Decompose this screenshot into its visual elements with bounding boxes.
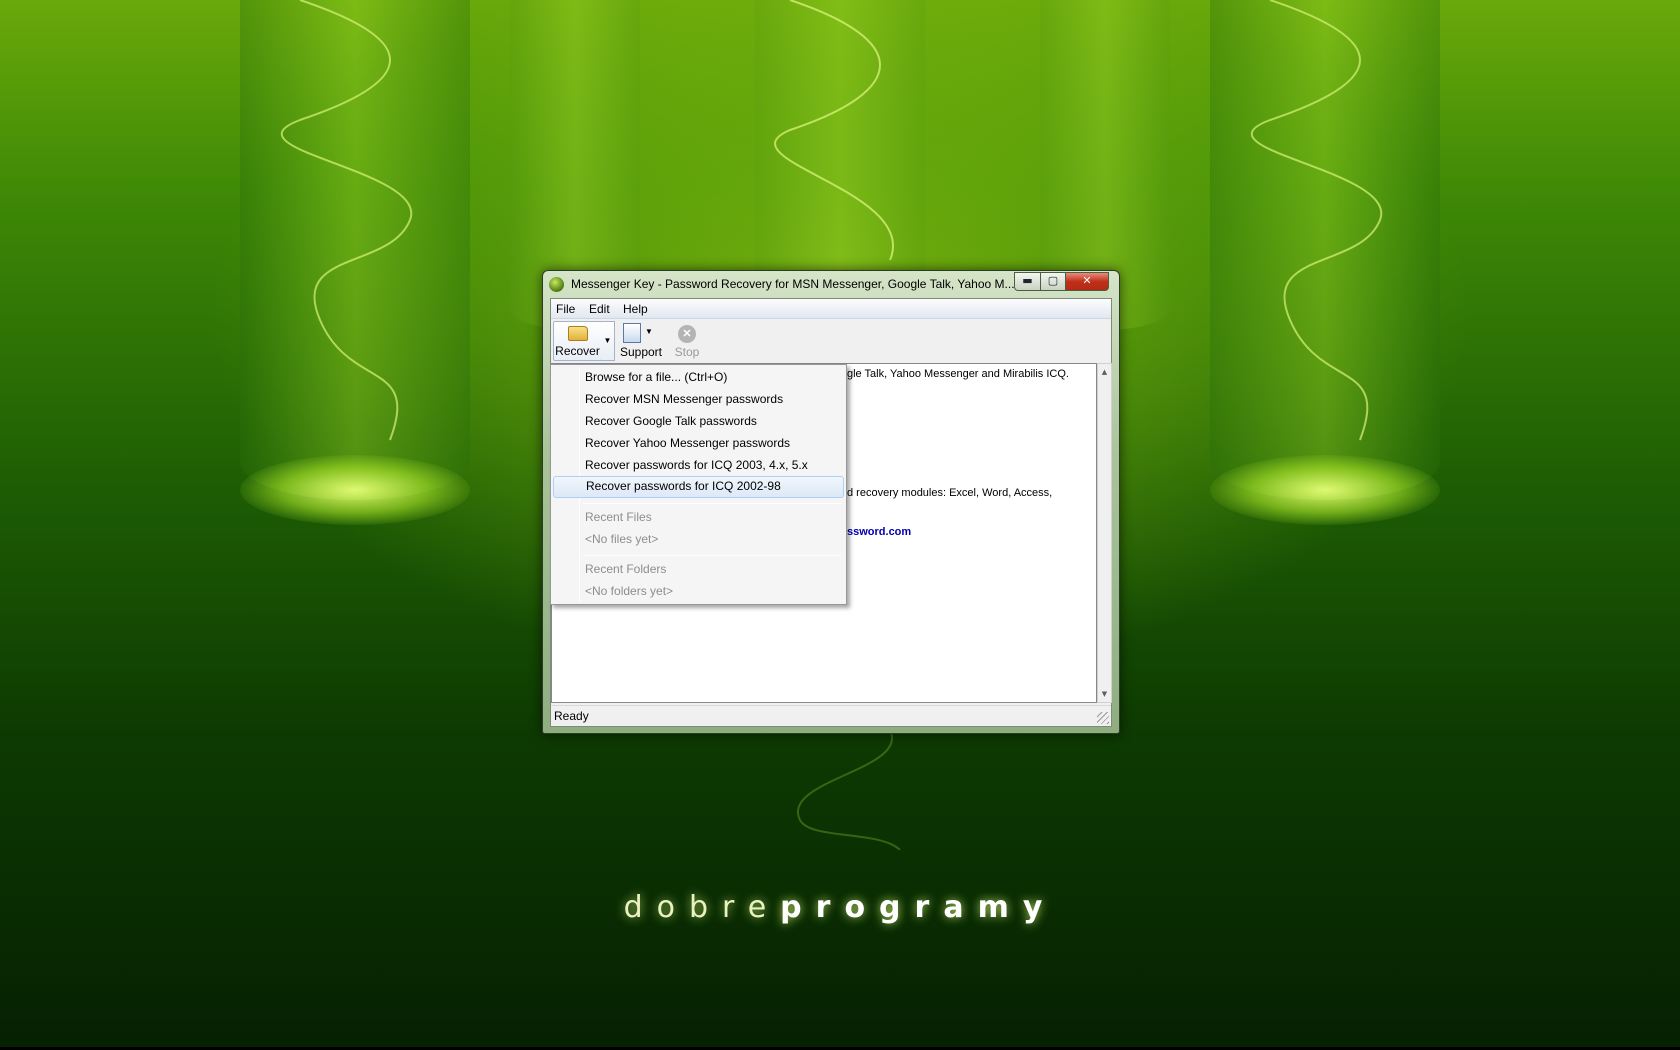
stop-label: Stop (674, 345, 700, 359)
chevron-down-icon[interactable]: ▼ (645, 327, 653, 336)
recover-button[interactable]: Recover (553, 321, 602, 361)
toolbar: Recover ▼ ▼ Support ✕ Stop (551, 319, 1111, 363)
info-line: d recovery modules: Excel, Word, Access, (847, 487, 1053, 499)
wallpaper-spiral (280, 0, 413, 441)
status-text: Ready (554, 709, 589, 723)
title-bar[interactable]: Messenger Key - Password Recovery for MS… (543, 271, 1119, 298)
app-icon[interactable] (549, 277, 564, 292)
menu-separator (583, 503, 841, 504)
resize-grip-icon[interactable] (1097, 712, 1109, 724)
scroll-up-arrow-icon[interactable]: ▲ (1098, 365, 1111, 379)
menu-item-recover-icq-new[interactable]: Recover passwords for ICQ 2003, 4.x, 5.x (553, 455, 844, 477)
no-folders-item: <No folders yet> (585, 584, 674, 598)
recent-folders-header: Recent Folders (585, 562, 667, 576)
wallpaper-spiral (1250, 0, 1383, 441)
menu-item-browse[interactable]: Browse for a file... (Ctrl+O) (553, 367, 844, 389)
status-bar: Ready (551, 705, 1111, 726)
minimize-button[interactable]: ▬ (1014, 272, 1041, 291)
info-line: gle Talk, Yahoo Messenger and Mirabilis … (847, 368, 1069, 380)
menu-item-recover-gtalk[interactable]: Recover Google Talk passwords (553, 411, 844, 433)
menu-item-recover-icq-old[interactable]: Recover passwords for ICQ 2002-98 (553, 476, 844, 498)
wallpaper-spiral (774, 0, 894, 261)
website-link[interactable]: ssword.com (847, 526, 911, 538)
menu-help[interactable]: Help (623, 302, 648, 316)
support-button[interactable]: ▼ Support (615, 321, 667, 361)
wallpaper-brand-logo: dobreprogramy (0, 890, 1680, 925)
scroll-down-arrow-icon[interactable]: ▼ (1098, 687, 1111, 701)
brand-light-text: dobre (623, 890, 781, 925)
wallpaper-spiral (796, 730, 901, 850)
menu-edit[interactable]: Edit (589, 302, 610, 316)
recover-dropdown-arrow[interactable]: ▼ (601, 321, 615, 361)
vertical-scrollbar[interactable]: ▲ ▼ (1097, 363, 1112, 703)
open-folder-icon (568, 326, 588, 341)
stop-button[interactable]: ✕ Stop (669, 321, 705, 361)
menu-file[interactable]: File (556, 302, 575, 316)
recover-label: Recover (555, 344, 600, 358)
maximize-button[interactable]: ▢ (1040, 272, 1066, 291)
menu-separator (583, 555, 841, 556)
close-button[interactable]: ✕ (1065, 272, 1109, 291)
support-document-icon (623, 323, 641, 343)
recover-dropdown-menu: Browse for a file... (Ctrl+O) Recover MS… (550, 364, 847, 605)
menu-bar: File Edit Help (551, 299, 1111, 319)
support-label: Support (619, 345, 663, 359)
menu-item-recover-msn[interactable]: Recover MSN Messenger passwords (553, 389, 844, 411)
recent-files-header: Recent Files (585, 510, 652, 524)
menu-item-recover-yahoo[interactable]: Recover Yahoo Messenger passwords (553, 433, 844, 455)
no-files-item: <No files yet> (585, 532, 659, 546)
window-title: Messenger Key - Password Recovery for MS… (571, 277, 1015, 291)
brand-bold-text: programy (780, 890, 1057, 925)
stop-icon: ✕ (678, 325, 696, 343)
